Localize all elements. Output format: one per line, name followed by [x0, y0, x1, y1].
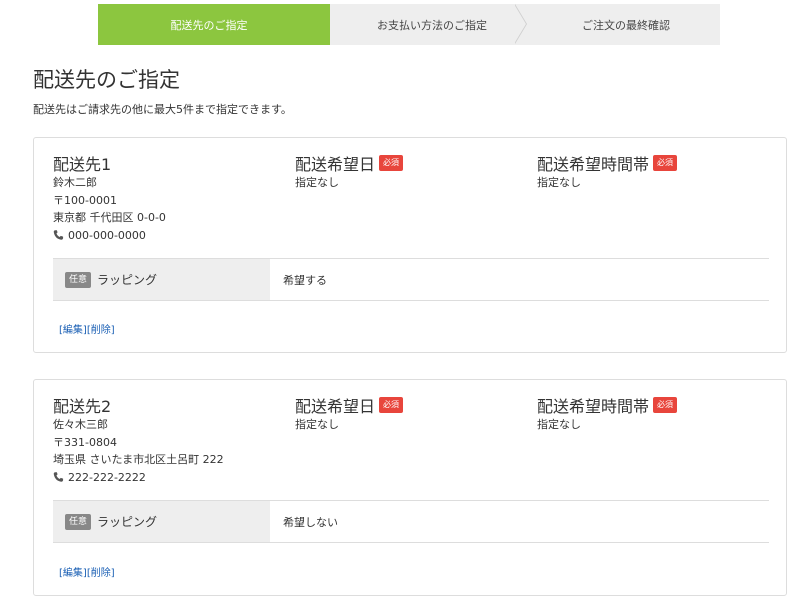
card-actions: [編集][削除]	[59, 564, 115, 579]
delivery-time-label: 配送希望時間帯	[537, 397, 650, 416]
phone-icon	[53, 472, 64, 483]
wrapping-value: 希望しない	[283, 515, 338, 529]
telephone-number: 000-000-0000	[68, 228, 146, 242]
step-divider-chevron	[514, 4, 526, 44]
required-badge: 必須	[653, 155, 678, 171]
destination-address-block: 配送先2 佐々木三郎 〒331-0804 埼玉県 さいたま市北区土呂町 222 …	[53, 394, 283, 486]
edit-link[interactable]: [編集]	[59, 325, 87, 336]
delivery-time-block: 配送希望時間帯 必須 指定なし	[537, 394, 767, 434]
required-badge: 必須	[379, 155, 404, 171]
checkout-step-bar: ご注文の最終確認 お支払い方法のご指定 配送先のご指定	[98, 4, 720, 45]
page-title: 配送先のご指定	[33, 68, 180, 92]
destination-heading: 配送先1	[53, 155, 112, 174]
wrapping-label-cell: 任意 ラッピング	[53, 259, 270, 300]
delete-link[interactable]: [削除]	[87, 325, 115, 336]
step-delivery-destination-active: 配送先のご指定	[98, 4, 330, 45]
page-description: 配送先はご請求先の他に最大5件まで指定できます。	[33, 103, 292, 116]
wrapping-label: ラッピング	[97, 515, 158, 529]
delivery-date-value: 指定なし	[295, 176, 339, 189]
edit-link[interactable]: [編集]	[59, 568, 87, 579]
step-payment-method: お支払い方法のご指定	[310, 4, 542, 45]
delivery-date-heading: 配送希望日 必須	[295, 394, 525, 416]
recipient-name: 佐々木三郎	[53, 418, 108, 431]
delivery-time-label: 配送希望時間帯	[537, 155, 650, 174]
optional-badge: 任意	[65, 513, 92, 530]
destination-card: 配送先2 佐々木三郎 〒331-0804 埼玉県 さいたま市北区土呂町 222 …	[33, 379, 787, 596]
delivery-time-heading: 配送希望時間帯 必須	[537, 394, 767, 416]
destination-heading: 配送先2	[53, 397, 112, 416]
delivery-time-block: 配送希望時間帯 必須 指定なし	[537, 152, 767, 192]
delivery-date-block: 配送希望日 必須 指定なし	[295, 394, 525, 434]
recipient-name: 鈴木二郎	[53, 176, 97, 189]
wrapping-value: 希望する	[283, 273, 327, 287]
wrapping-label-cell: 任意 ラッピング	[53, 501, 270, 542]
delivery-date-label: 配送希望日	[295, 397, 376, 416]
delivery-time-value: 指定なし	[537, 176, 581, 189]
address: 埼玉県 さいたま市北区土呂町 222	[53, 453, 224, 466]
delete-link[interactable]: [削除]	[87, 568, 115, 579]
address: 東京都 千代田区 0-0-0	[53, 211, 166, 224]
delivery-date-heading: 配送希望日 必須	[295, 152, 525, 174]
required-badge: 必須	[379, 397, 404, 413]
step-active-chevron	[307, 4, 319, 44]
wrapping-row: 任意 ラッピング 希望する	[53, 258, 769, 301]
delivery-date-value: 指定なし	[295, 418, 339, 431]
wrapping-label: ラッピング	[97, 273, 158, 287]
step-final-confirmation: ご注文の最終確認	[518, 4, 720, 45]
telephone-number: 222-222-2222	[68, 470, 146, 484]
destination-card: 配送先1 鈴木二郎 〒100-0001 東京都 千代田区 0-0-0 000-0…	[33, 137, 787, 353]
wrapping-row: 任意 ラッピング 希望しない	[53, 500, 769, 543]
destination-address-block: 配送先1 鈴木二郎 〒100-0001 東京都 千代田区 0-0-0 000-0…	[53, 152, 283, 244]
phone-icon	[53, 230, 64, 241]
telephone-row: 222-222-2222	[53, 469, 283, 487]
delivery-date-label: 配送希望日	[295, 155, 376, 174]
step-label: ご注文の最終確認	[582, 18, 670, 32]
telephone-row: 000-000-0000	[53, 227, 283, 245]
delivery-date-block: 配送希望日 必須 指定なし	[295, 152, 525, 192]
postal-code: 〒331-0804	[53, 435, 117, 449]
postal-code: 〒100-0001	[53, 193, 117, 207]
delivery-time-value: 指定なし	[537, 418, 581, 431]
card-actions: [編集][削除]	[59, 321, 115, 336]
step-label: 配送先のご指定	[170, 18, 248, 32]
optional-badge: 任意	[65, 271, 92, 288]
step-label: お支払い方法のご指定	[377, 18, 487, 32]
delivery-time-heading: 配送希望時間帯 必須	[537, 152, 767, 174]
required-badge: 必須	[653, 397, 678, 413]
